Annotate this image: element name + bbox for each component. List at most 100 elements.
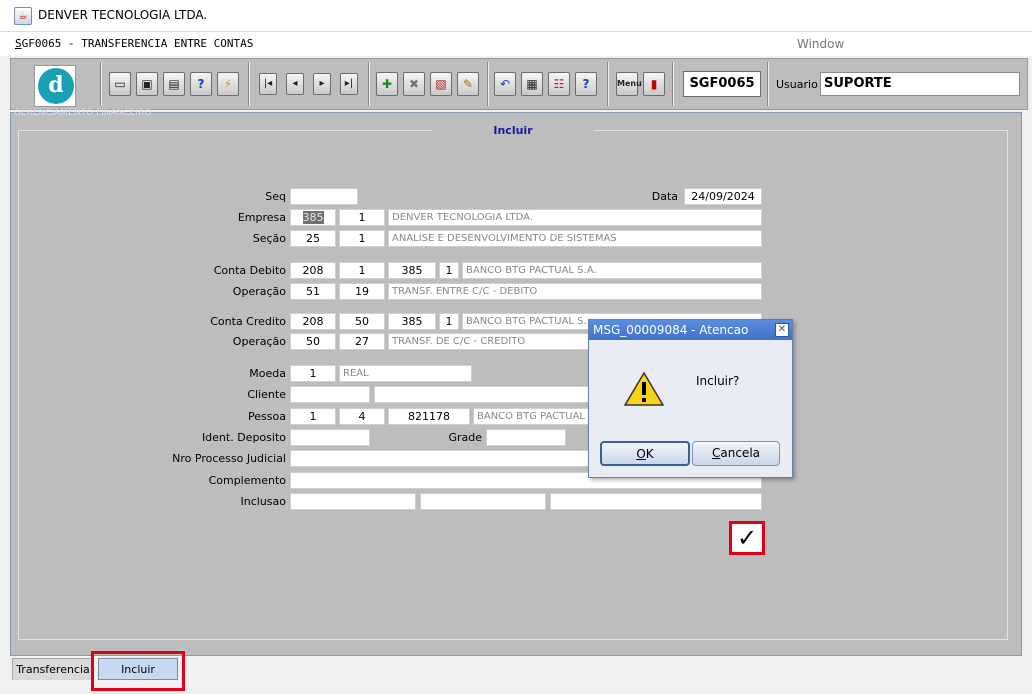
complemento-label: Complemento: [208, 474, 286, 487]
conta-debito-name-field: BANCO BTG PACTUAL S.A.: [462, 262, 762, 279]
empresa-sub-field[interactable]: 1: [339, 209, 385, 226]
form-title: SGF0065 - TRANSFERENCIA ENTRE CONTAS: [15, 37, 253, 50]
execute-query-icon[interactable]: ⚡: [217, 72, 239, 96]
inclusao-field-3: [550, 493, 762, 510]
pessoa-field-3[interactable]: 821178: [388, 408, 470, 425]
moeda-name-field: REAL: [339, 365, 472, 382]
company-logo: d: [38, 68, 74, 104]
inclusao-field-1: [290, 493, 416, 510]
ok-label-rest: K: [645, 447, 654, 461]
conta-credito-field-3[interactable]: 385: [388, 313, 436, 330]
conta-credito-field-4[interactable]: 1: [439, 313, 459, 330]
operacao-debito-name-field: TRANSF. ENTRE C/C - DEBITO: [388, 283, 762, 300]
clear-record-icon[interactable]: ▧: [430, 72, 452, 96]
cancel-label-rest: ancela: [720, 446, 761, 460]
operacao-debito-field-1[interactable]: 51: [290, 283, 336, 300]
query-icon[interactable]: ?: [190, 72, 212, 96]
operacao-debito-field-2[interactable]: 19: [339, 283, 385, 300]
usuario-label: Usuario: [776, 78, 818, 91]
conta-credito-label: Conta Credito: [210, 315, 286, 328]
toolbar-separator: [487, 62, 489, 106]
save-icon[interactable]: ▭: [109, 72, 131, 96]
undo-icon[interactable]: ↶: [494, 72, 516, 96]
operacao-credito-field-2[interactable]: 27: [339, 333, 385, 350]
menu-icon[interactable]: Menu: [616, 72, 642, 96]
inclusao-label: Inclusao: [240, 495, 287, 508]
secao-name-field: ANALISE E DESENVOLVIMENTO DE SISTEMAS: [388, 230, 762, 247]
grade-field[interactable]: [486, 429, 566, 446]
operacao-debito-label: Operação: [232, 285, 286, 298]
pessoa-label: Pessoa: [248, 410, 286, 423]
empresa-code-field[interactable]: 385: [290, 209, 336, 226]
close-icon[interactable]: ✕: [775, 323, 789, 337]
print-icon[interactable]: ▤: [163, 72, 185, 96]
data-label: Data: [651, 190, 678, 203]
last-record-icon[interactable]: ▸|: [340, 73, 358, 95]
form-title-rest: GF0065 - TRANSFERENCIA ENTRE CONTAS: [21, 37, 254, 50]
operacao-credito-label: Operação: [232, 335, 286, 348]
toolbar-separator: [672, 62, 674, 106]
frame-title: Incluir: [432, 124, 594, 138]
conta-debito-label: Conta Debito: [213, 264, 286, 277]
toolbar-separator: [767, 62, 769, 106]
usuario-field: SUPORTE: [820, 72, 1020, 96]
incluir-frame: [18, 130, 1008, 640]
cancel-button[interactable]: Cancela: [692, 441, 780, 466]
toolbar-separator: [248, 62, 250, 106]
cliente-label: Cliente: [247, 388, 286, 401]
empresa-label: Empresa: [237, 211, 286, 224]
delete-record-icon[interactable]: ✖: [403, 72, 425, 96]
pessoa-field-1[interactable]: 1: [290, 408, 336, 425]
toolbar-separator: [607, 62, 609, 106]
tab-transferencia[interactable]: Transferencia: [12, 658, 94, 680]
previous-record-icon[interactable]: ◂: [286, 73, 304, 95]
pessoa-field-2[interactable]: 4: [339, 408, 385, 425]
seq-label: Seq: [265, 190, 286, 203]
window-menu[interactable]: Window: [797, 37, 844, 51]
moeda-label: Moeda: [249, 367, 286, 380]
insert-record-icon[interactable]: ✚: [376, 72, 398, 96]
next-record-icon[interactable]: ▸: [313, 73, 331, 95]
conta-debito-field-4[interactable]: 1: [439, 262, 459, 279]
warning-icon: [624, 372, 664, 406]
nro-processo-label: Nro Processo Judicial: [172, 452, 286, 465]
java-app-icon: ☕: [14, 7, 32, 25]
ok-mnemonic: O: [636, 447, 646, 461]
toolbar-separator: [368, 62, 370, 106]
conta-debito-field-3[interactable]: 385: [388, 262, 436, 279]
secao-sub-field[interactable]: 1: [339, 230, 385, 247]
empresa-code-selected: 385: [302, 211, 324, 224]
operacao-credito-field-1[interactable]: 50: [290, 333, 336, 350]
exit-icon[interactable]: ▮: [643, 72, 665, 96]
empresa-name-field: DENVER TECNOLOGIA LTDA.: [388, 209, 762, 226]
conta-credito-field-1[interactable]: 208: [290, 313, 336, 330]
dialog-title: MSG_00009084 - Atencao: [589, 320, 792, 340]
panel-ghost-title: GERENCIAMENTO FINANCEIRO: [14, 108, 152, 118]
moeda-code-field[interactable]: 1: [290, 365, 336, 382]
screen-icon[interactable]: ▣: [136, 72, 158, 96]
dialog-message: Incluir?: [696, 374, 740, 388]
cliente-code-field[interactable]: [290, 386, 370, 403]
ident-deposito-label: Ident. Deposito: [201, 431, 286, 444]
toolbar-separator: [100, 62, 102, 106]
help-icon[interactable]: ?: [575, 72, 597, 96]
secao-label: Seção: [252, 232, 286, 245]
conta-debito-field-1[interactable]: 208: [290, 262, 336, 279]
data-field[interactable]: 24/09/2024: [684, 188, 762, 205]
grade-label: Grade: [448, 431, 482, 444]
inclusao-field-2: [420, 493, 546, 510]
window-title: DENVER TECNOLOGIA LTDA.: [38, 8, 208, 22]
conta-credito-field-2[interactable]: 50: [339, 313, 385, 330]
ok-button[interactable]: OK: [600, 441, 690, 466]
help-topics-icon[interactable]: ☷: [548, 72, 570, 96]
secao-code-field[interactable]: 25: [290, 230, 336, 247]
seq-field[interactable]: [290, 188, 358, 205]
form-title-mnemonic: S: [15, 37, 22, 50]
tab-incluir[interactable]: Incluir: [98, 658, 178, 680]
edit-icon[interactable]: ✎: [457, 72, 479, 96]
conta-debito-field-2[interactable]: 1: [339, 262, 385, 279]
list-icon[interactable]: ▦: [521, 72, 543, 96]
first-record-icon[interactable]: |◂: [259, 73, 277, 95]
confirm-check-button[interactable]: ✓: [729, 521, 765, 555]
form-code-display: SGF0065: [683, 71, 761, 97]
